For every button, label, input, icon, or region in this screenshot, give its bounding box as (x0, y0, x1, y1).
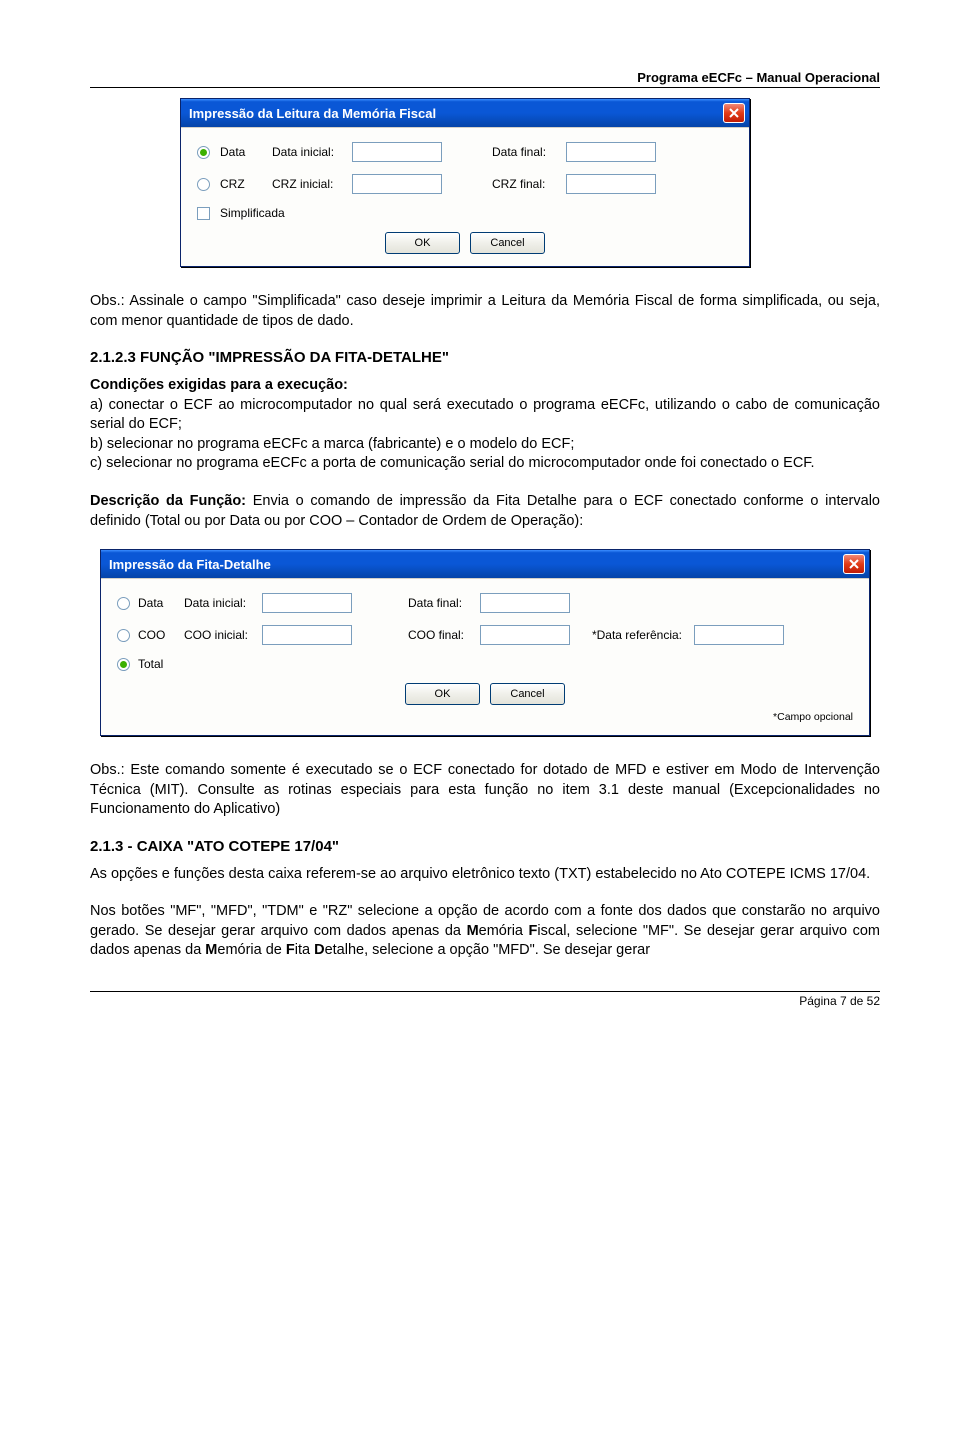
input-data-final[interactable] (480, 593, 570, 613)
label-data-inicial: Data inicial: (184, 596, 254, 610)
paragraph-condicoes-body: a) conectar o ECF ao microcomputador no … (90, 397, 884, 472)
label-data-referencia: *Data referência: (578, 628, 686, 642)
input-crz-final[interactable] (566, 174, 656, 194)
radio-data[interactable] (117, 597, 130, 610)
radio-coo[interactable] (117, 629, 130, 642)
label-data-final: Data final: (492, 145, 556, 159)
paragraph-condicoes: Condições exigidas para a execução: a) c… (90, 376, 880, 474)
bold-F: F (286, 942, 295, 958)
run-in-label: Condições exigidas para a execução: (90, 377, 348, 393)
radio-total-label: Total (138, 657, 176, 671)
close-icon[interactable] (843, 554, 865, 574)
header-title: Programa eECFc – Manual Operacional (90, 70, 880, 88)
radio-data-label: Data (138, 596, 176, 610)
dialog-impressao-fita-detalhe: Impressão da Fita-Detalhe Data Data inic… (100, 549, 870, 736)
checkbox-simplificada-label: Simplificada (220, 206, 285, 220)
text-segment: emória de (217, 942, 286, 958)
input-coo-final[interactable] (480, 625, 570, 645)
input-crz-inicial[interactable] (352, 174, 442, 194)
input-coo-inicial[interactable] (262, 625, 352, 645)
titlebar[interactable]: Impressão da Leitura da Memória Fiscal (181, 99, 749, 127)
input-data-final[interactable] (566, 142, 656, 162)
text-segment: emória (479, 923, 529, 939)
paragraph-obs2: Obs.: Este comando somente é executado s… (90, 761, 880, 820)
paragraph-cotepe1: As opções e funções desta caixa referem-… (90, 865, 880, 885)
ok-button[interactable]: OK (385, 232, 460, 254)
radio-coo-label: COO (138, 628, 176, 642)
radio-data[interactable] (197, 146, 210, 159)
titlebar[interactable]: Impressão da Fita-Detalhe (101, 550, 869, 578)
bold-D: D (314, 942, 324, 958)
cancel-button[interactable]: Cancel (470, 232, 545, 254)
optional-note: *Campo opcional (117, 711, 853, 723)
label-coo-final: COO final: (408, 628, 472, 642)
label-crz-final: CRZ final: (492, 177, 556, 191)
label-data-inicial: Data inicial: (272, 145, 342, 159)
dialog-leitura-memoria-fiscal: Impressão da Leitura da Memória Fiscal D… (180, 98, 750, 267)
section-heading-21-23: 2.1.2.3 FUNÇÃO "IMPRESSÃO DA FITA-DETALH… (90, 349, 880, 366)
bold-M: M (467, 923, 479, 939)
text-segment: etalhe, selecione a opção "MFD". Se dese… (325, 942, 650, 958)
titlebar-text: Impressão da Fita-Detalhe (109, 557, 271, 572)
ok-button[interactable]: OK (405, 683, 480, 705)
run-in-descricao: Descrição da Função: (90, 493, 246, 509)
label-coo-inicial: COO inicial: (184, 628, 254, 642)
bold-M: M (205, 942, 217, 958)
titlebar-text: Impressão da Leitura da Memória Fiscal (189, 106, 436, 121)
label-data-final: Data final: (408, 596, 472, 610)
radio-total[interactable] (117, 658, 130, 671)
radio-data-label: Data (220, 145, 262, 159)
input-data-inicial[interactable] (262, 593, 352, 613)
paragraph-cotepe2: Nos botões "MF", "MFD", "TDM" e "RZ" sel… (90, 902, 880, 961)
input-data-referencia[interactable] (694, 625, 784, 645)
radio-crz[interactable] (197, 178, 210, 191)
label-crz-inicial: CRZ inicial: (272, 177, 342, 191)
cancel-button[interactable]: Cancel (490, 683, 565, 705)
page-footer: Página 7 de 52 (90, 991, 880, 1008)
text-segment: ita (295, 942, 314, 958)
close-icon[interactable] (723, 103, 745, 123)
paragraph-descricao: Descrição da Função: Envia o comando de … (90, 492, 880, 531)
input-data-inicial[interactable] (352, 142, 442, 162)
section-heading-21-3: 2.1.3 - CAIXA "ATO COTEPE 17/04" (90, 838, 880, 855)
radio-crz-label: CRZ (220, 177, 262, 191)
checkbox-simplificada[interactable] (197, 207, 210, 220)
paragraph-obs1: Obs.: Assinale o campo "Simplificada" ca… (90, 292, 880, 331)
